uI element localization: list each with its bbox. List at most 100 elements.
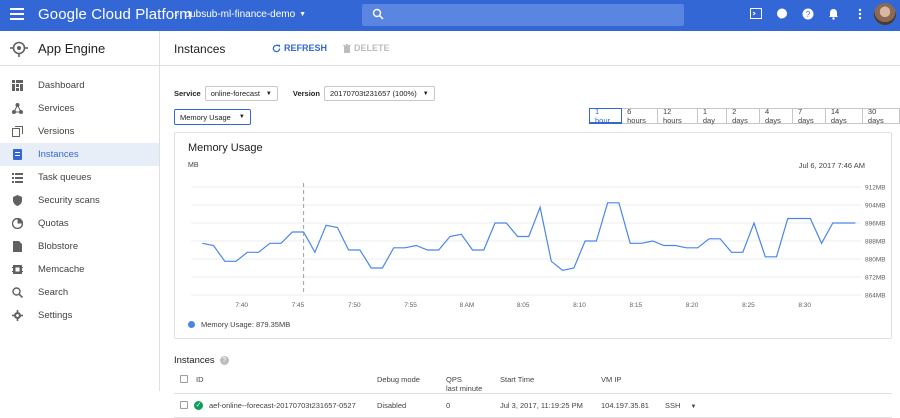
sidebar-item-label: Instances xyxy=(38,149,79,160)
y-tick-label: 896MB xyxy=(865,221,886,228)
svg-text:?: ? xyxy=(805,10,810,19)
sidebar-item-dashboard[interactable]: Dashboard xyxy=(0,74,159,97)
x-tick-label: 7:45 xyxy=(292,302,305,309)
range-1-hour[interactable]: 1 hour xyxy=(589,107,623,125)
metric-select[interactable]: Memory Usage ▼ xyxy=(174,109,251,125)
x-tick-label: 7:40 xyxy=(235,302,248,309)
ssh-button[interactable]: SSH ▼ xyxy=(665,401,696,410)
range-1-day[interactable]: 1 day xyxy=(696,107,728,125)
refresh-label: REFRESH xyxy=(284,43,328,53)
range-30-days[interactable]: 30 days xyxy=(861,107,900,125)
metric-value: Memory Usage xyxy=(180,112,231,122)
notifications-icon[interactable] xyxy=(827,7,840,20)
sidebar-item-quotas[interactable]: Quotas xyxy=(0,212,159,235)
version-select[interactable]: 20170703t231657 (100%) ▼ xyxy=(323,86,435,101)
sidebar-item-services[interactable]: Services xyxy=(0,97,159,120)
project-name: pubsub-ml-finance-demo xyxy=(184,9,296,20)
menu-icon[interactable] xyxy=(10,8,24,23)
sidebar-item-label: Dashboard xyxy=(38,80,85,91)
sidebar-item-security-scans[interactable]: Security scans xyxy=(0,189,159,212)
version-value: 20170703t231657 (100%) xyxy=(329,89,417,98)
x-tick-label: 7:50 xyxy=(348,302,361,309)
chevron-down-icon: ▼ xyxy=(299,11,307,18)
delete-button[interactable]: DELETE xyxy=(343,43,390,53)
sidebar-nav: Dashboard Services Versions Instances Ta… xyxy=(0,66,159,327)
brand-title[interactable]: Google Cloud Platform xyxy=(38,6,192,23)
top-actions: ? xyxy=(749,7,866,20)
filter-bar: Service online-forecast ▼ Version 201707… xyxy=(174,86,435,101)
more-icon[interactable] xyxy=(853,7,866,20)
x-tick-label: 8:20 xyxy=(686,302,699,309)
range-6-hours[interactable]: 6 hours xyxy=(621,107,658,125)
x-tick-label: 8:10 xyxy=(573,302,586,309)
services-icon xyxy=(12,103,23,114)
debug-mode-value: Disabled xyxy=(377,401,407,410)
trash-icon xyxy=(343,43,351,53)
y-tick-label: 904MB xyxy=(865,203,886,210)
x-tick-label: 8:15 xyxy=(629,302,642,309)
sidebar-item-memcache[interactable]: Memcache xyxy=(0,258,159,281)
chevron-down-icon: ▼ xyxy=(238,114,245,120)
col-qps-sub: last minute xyxy=(446,384,483,393)
sidebar-item-search[interactable]: Search xyxy=(0,281,159,304)
chat-icon[interactable] xyxy=(775,7,788,20)
chart-legend: Memory Usage: 879.35MB xyxy=(188,320,290,329)
chevron-down-icon: ▼ xyxy=(422,90,429,97)
range-7-days[interactable]: 7 days xyxy=(791,107,826,125)
version-label: Version xyxy=(292,89,320,98)
range-12-hours[interactable]: 12 hours xyxy=(656,107,698,125)
y-tick-label: 888MB xyxy=(865,239,886,246)
dashboard-icon xyxy=(12,80,23,91)
sidebar-item-versions[interactable]: Versions xyxy=(0,120,159,143)
refresh-button[interactable]: REFRESH xyxy=(272,43,327,53)
project-selector[interactable]: ⁘ pubsub-ml-finance-demo ▼ xyxy=(173,9,306,20)
sidebar-item-blobstore[interactable]: Blobstore xyxy=(0,235,159,258)
chart-timestamp: Jul 6, 2017 7:46 AM xyxy=(798,161,865,170)
row-checkbox[interactable] xyxy=(180,401,188,411)
select-all-checkbox[interactable] xyxy=(180,375,188,385)
col-start-time[interactable]: Start Time xyxy=(500,375,534,384)
sidebar-item-label: Services xyxy=(38,103,75,114)
x-tick-label: 8 AM xyxy=(459,302,474,309)
instance-id[interactable]: aef-online--forecast-20170703t231657-052… xyxy=(209,401,356,410)
chevron-down-icon: ▼ xyxy=(690,404,697,410)
service-select[interactable]: online-forecast ▼ xyxy=(204,86,278,101)
col-id[interactable]: ID xyxy=(196,375,204,384)
versions-icon xyxy=(12,126,23,137)
chart-title: Memory Usage xyxy=(188,142,263,154)
search-icon xyxy=(12,287,23,298)
task-queues-icon xyxy=(12,173,23,183)
search-input[interactable] xyxy=(362,4,684,26)
sidebar-item-instances[interactable]: Instances xyxy=(0,143,159,166)
col-debug-mode[interactable]: Debug mode xyxy=(377,375,420,384)
memory-usage-chart: 912MB 904MB 896MB 888MB 880MB 872MB 864MB 7:40 7… xyxy=(174,132,892,339)
avatar[interactable] xyxy=(874,3,896,25)
instances-icon xyxy=(13,149,22,160)
cloud-shell-icon[interactable] xyxy=(749,7,762,20)
y-tick-label: 912MB xyxy=(865,185,886,192)
chart-canvas: 912MB 904MB 896MB 888MB 880MB 872MB 864MB 7:40 7… xyxy=(191,183,886,309)
col-vm-ip[interactable]: VM IP xyxy=(601,375,621,384)
y-tick-label: 872MB xyxy=(865,275,886,282)
y-axis-unit: MB xyxy=(188,162,199,169)
sidebar-header: App Engine xyxy=(0,31,159,66)
help-icon[interactable]: ? xyxy=(801,7,814,20)
col-qps[interactable]: QPS last minute xyxy=(446,375,482,393)
sidebar-item-label: Security scans xyxy=(38,195,100,206)
sidebar-item-settings[interactable]: Settings xyxy=(0,304,159,327)
sidebar-item-task-queues[interactable]: Task queues xyxy=(0,166,159,189)
time-range-selector: 1 hour 6 hours 12 hours 1 day 2 days 4 d… xyxy=(589,107,900,125)
table-row[interactable]: ✓ aef-online--forecast-20170703t231657-0… xyxy=(174,394,892,418)
sidebar: App Engine Dashboard Services Versions I… xyxy=(0,31,160,391)
range-4-days[interactable]: 4 days xyxy=(759,107,793,125)
page-header: Instances REFRESH DELETE xyxy=(160,31,900,66)
y-tick-label: 880MB xyxy=(865,257,886,264)
x-tick-label: 8:30 xyxy=(798,302,811,309)
sidebar-item-label: Task queues xyxy=(38,172,92,183)
delete-label: DELETE xyxy=(354,43,390,53)
range-2-days[interactable]: 2 days xyxy=(726,107,761,125)
range-14-days[interactable]: 14 days xyxy=(824,107,863,125)
service-label: Service xyxy=(174,89,201,98)
y-tick-label: 864MB xyxy=(865,293,886,300)
help-icon[interactable]: ? xyxy=(219,356,229,365)
